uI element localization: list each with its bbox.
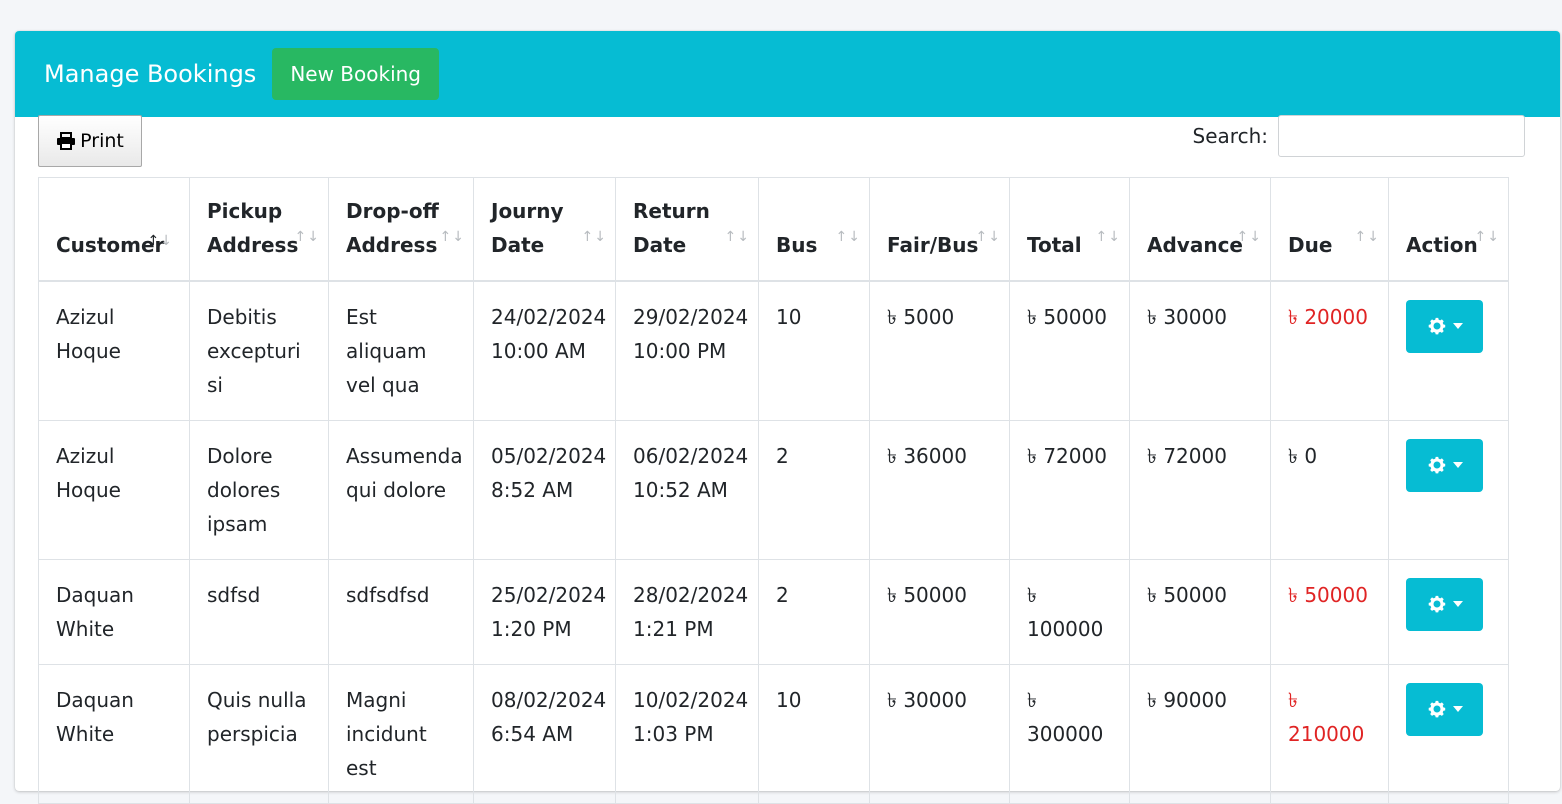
cell-dropoff: Magni incidunt est xyxy=(328,663,474,804)
cell-fair: ৳ 36000 xyxy=(869,419,1010,560)
column-header-action[interactable]: Action ↑↓ xyxy=(1388,177,1509,282)
caret-down-icon xyxy=(1452,462,1463,468)
table-row: Daquan White Quis nulla perspicia Magni … xyxy=(38,663,1509,804)
cell-return-date: 06/02/2024 10:52 AM xyxy=(615,419,759,560)
cell-dropoff: Est aliquam vel qua xyxy=(328,280,474,421)
cell-dropoff: sdfsdfsd xyxy=(328,558,474,665)
cell-return-date: 10/02/2024 1:03 PM xyxy=(615,663,759,804)
cell-pickup: Dolore dolores ipsam xyxy=(189,419,329,560)
cell-action xyxy=(1388,419,1509,560)
print-icon xyxy=(57,132,76,150)
cell-total: ৳ 50000 xyxy=(1009,280,1130,421)
bookings-table: Customer ↑↓ Pickup Address ↑↓ Drop-off Addre… xyxy=(38,177,1509,804)
cell-total: ৳ 72000 xyxy=(1009,419,1130,560)
cell-due: ৳ 0 xyxy=(1270,419,1389,560)
gear-icon xyxy=(1428,700,1445,718)
column-header-bus[interactable]: Bus ↑↓ xyxy=(758,177,870,282)
sort-icon: ↑↓ xyxy=(581,228,607,245)
sort-icon: ↑↓ xyxy=(294,228,320,245)
print-label: Print xyxy=(80,130,124,152)
cell-due: ৳ 50000 xyxy=(1270,558,1389,665)
cell-due: ৳ 210000 xyxy=(1270,663,1389,804)
cell-journey-date: 05/02/2024 8:52 AM xyxy=(473,419,616,560)
column-header-advance[interactable]: Advance ↑↓ xyxy=(1129,177,1271,282)
action-dropdown-button[interactable] xyxy=(1406,577,1483,631)
print-button[interactable]: Print xyxy=(38,115,142,167)
caret-down-icon xyxy=(1452,323,1463,329)
table-toolbar: Print Search: xyxy=(38,115,1525,169)
column-header-journey-date[interactable]: Journy Date ↑↓ xyxy=(473,177,616,282)
page-title: Manage Bookings xyxy=(44,60,257,88)
cell-journey-date: 25/02/2024 1:20 PM xyxy=(473,558,616,665)
column-header-total[interactable]: Total ↑↓ xyxy=(1009,177,1130,282)
sort-icon: ↑↓ xyxy=(1236,228,1262,245)
action-dropdown-button[interactable] xyxy=(1406,438,1483,492)
sort-icon: ↑↓ xyxy=(1474,228,1500,245)
sort-icon: ↑↓ xyxy=(724,228,750,245)
caret-down-icon xyxy=(1452,706,1463,712)
new-booking-button[interactable]: New Booking xyxy=(272,48,439,100)
cell-fair: ৳ 5000 xyxy=(869,280,1010,421)
sort-icon: ↑↓ xyxy=(439,228,465,245)
cell-advance: ৳ 72000 xyxy=(1129,419,1271,560)
cell-fair: ৳ 30000 xyxy=(869,663,1010,804)
cell-customer: Azizul Hoque xyxy=(38,419,190,560)
cell-advance: ৳ 90000 xyxy=(1129,663,1271,804)
gear-icon xyxy=(1428,317,1445,335)
caret-down-icon xyxy=(1452,601,1463,607)
cell-pickup: Quis nulla perspicia xyxy=(189,663,329,804)
column-header-dropoff[interactable]: Drop-off Address ↑↓ xyxy=(328,177,474,282)
table-row: Daquan White sdfsd sdfsdfsd 25/02/2024 1:… xyxy=(38,558,1509,665)
action-dropdown-button[interactable] xyxy=(1406,299,1483,353)
cell-bus: 2 xyxy=(758,419,870,560)
search-label: Search: xyxy=(1192,124,1268,148)
table-row: Azizul Hoque Debitis excepturi si Est al… xyxy=(38,280,1509,421)
cell-journey-date: 24/02/2024 10:00 AM xyxy=(473,280,616,421)
sort-icon: ↑↓ xyxy=(1354,228,1380,245)
column-header-return-date[interactable]: Return Date ↑↓ xyxy=(615,177,759,282)
column-header-fair-bus[interactable]: Fair/Bus ↑↓ xyxy=(869,177,1010,282)
gear-icon xyxy=(1428,456,1445,474)
column-header-pickup[interactable]: Pickup Address ↑↓ xyxy=(189,177,329,282)
table-row: Azizul Hoque Dolore dolores ipsam Assume… xyxy=(38,419,1509,560)
action-dropdown-button[interactable] xyxy=(1406,682,1483,736)
cell-dropoff: Assumenda qui dolore xyxy=(328,419,474,560)
cell-return-date: 28/02/2024 1:21 PM xyxy=(615,558,759,665)
cell-advance: ৳ 30000 xyxy=(1129,280,1271,421)
cell-customer: Daquan White xyxy=(38,558,190,665)
cell-bus: 10 xyxy=(758,280,870,421)
search-group: Search: xyxy=(1193,115,1525,157)
cell-total: ৳ 100000 xyxy=(1009,558,1130,665)
column-header-customer[interactable]: Customer ↑↓ xyxy=(38,177,190,282)
cell-pickup: Debitis excepturi si xyxy=(189,280,329,421)
cell-customer: Daquan White xyxy=(38,663,190,804)
cell-advance: ৳ 50000 xyxy=(1129,558,1271,665)
cell-due: ৳ 20000 xyxy=(1270,280,1389,421)
cell-pickup: sdfsd xyxy=(189,558,329,665)
gear-icon xyxy=(1428,595,1445,613)
cell-return-date: 29/02/2024 10:00 PM xyxy=(615,280,759,421)
cell-bus: 2 xyxy=(758,558,870,665)
cell-customer: Azizul Hoque xyxy=(38,280,190,421)
card-header: Manage Bookings New Booking xyxy=(15,31,1560,117)
search-input[interactable] xyxy=(1278,115,1525,157)
cell-total: ৳ 300000 xyxy=(1009,663,1130,804)
sort-icon: ↑↓ xyxy=(1095,228,1121,245)
sort-icon: ↑↓ xyxy=(147,232,173,249)
cell-action xyxy=(1388,558,1509,665)
cell-fair: ৳ 50000 xyxy=(869,558,1010,665)
sort-icon: ↑↓ xyxy=(835,228,861,245)
cell-action xyxy=(1388,663,1509,804)
column-header-due[interactable]: Due ↑↓ xyxy=(1270,177,1389,282)
sort-icon: ↑↓ xyxy=(975,228,1001,245)
cell-action xyxy=(1388,280,1509,421)
table-header-row: Customer ↑↓ Pickup Address ↑↓ Drop-off Addre… xyxy=(38,177,1509,282)
cell-journey-date: 08/02/2024 6:54 AM xyxy=(473,663,616,804)
cell-bus: 10 xyxy=(758,663,870,804)
